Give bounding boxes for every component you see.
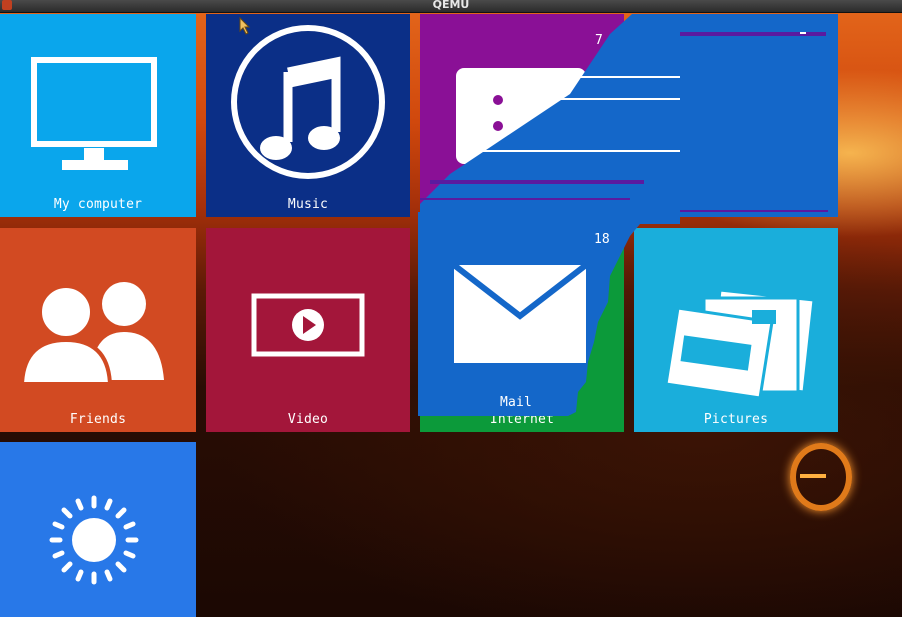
tile-label-mail: Mail xyxy=(499,395,533,410)
tile-my-computer[interactable]: My computer xyxy=(0,14,196,217)
tile-label-music: Music xyxy=(287,197,329,212)
window-titlebar: QEMU xyxy=(0,0,902,13)
tile-label-video: Video xyxy=(287,412,329,427)
qemu-app-icon xyxy=(2,0,12,10)
tile-mail[interactable]: 18 Mail xyxy=(418,212,614,416)
mail-badge: 18 xyxy=(594,232,610,247)
tile-pictures[interactable]: Pictures xyxy=(634,228,838,432)
tile-label-pictures: Pictures xyxy=(703,412,769,427)
people-icon xyxy=(19,282,164,386)
envelope-icon xyxy=(452,262,588,363)
tile-label-friends: Friends xyxy=(69,412,127,427)
tile-friends[interactable]: Friends xyxy=(0,228,196,432)
tile-music[interactable]: Music xyxy=(206,14,410,217)
ring-logo-bar xyxy=(800,474,826,478)
tile-video[interactable]: Video xyxy=(206,228,410,432)
video-play-icon xyxy=(251,293,365,357)
mouse-cursor-icon xyxy=(239,17,251,35)
sun-icon xyxy=(49,495,139,585)
glitch-overlay-wedge xyxy=(420,14,680,224)
tile-weather[interactable] xyxy=(0,442,196,617)
monitor-icon xyxy=(31,57,157,170)
photo-stack-icon xyxy=(664,288,816,400)
tile-label-my-computer: My computer xyxy=(53,197,143,212)
window-title: QEMU xyxy=(432,0,470,11)
music-note-icon xyxy=(231,25,385,179)
